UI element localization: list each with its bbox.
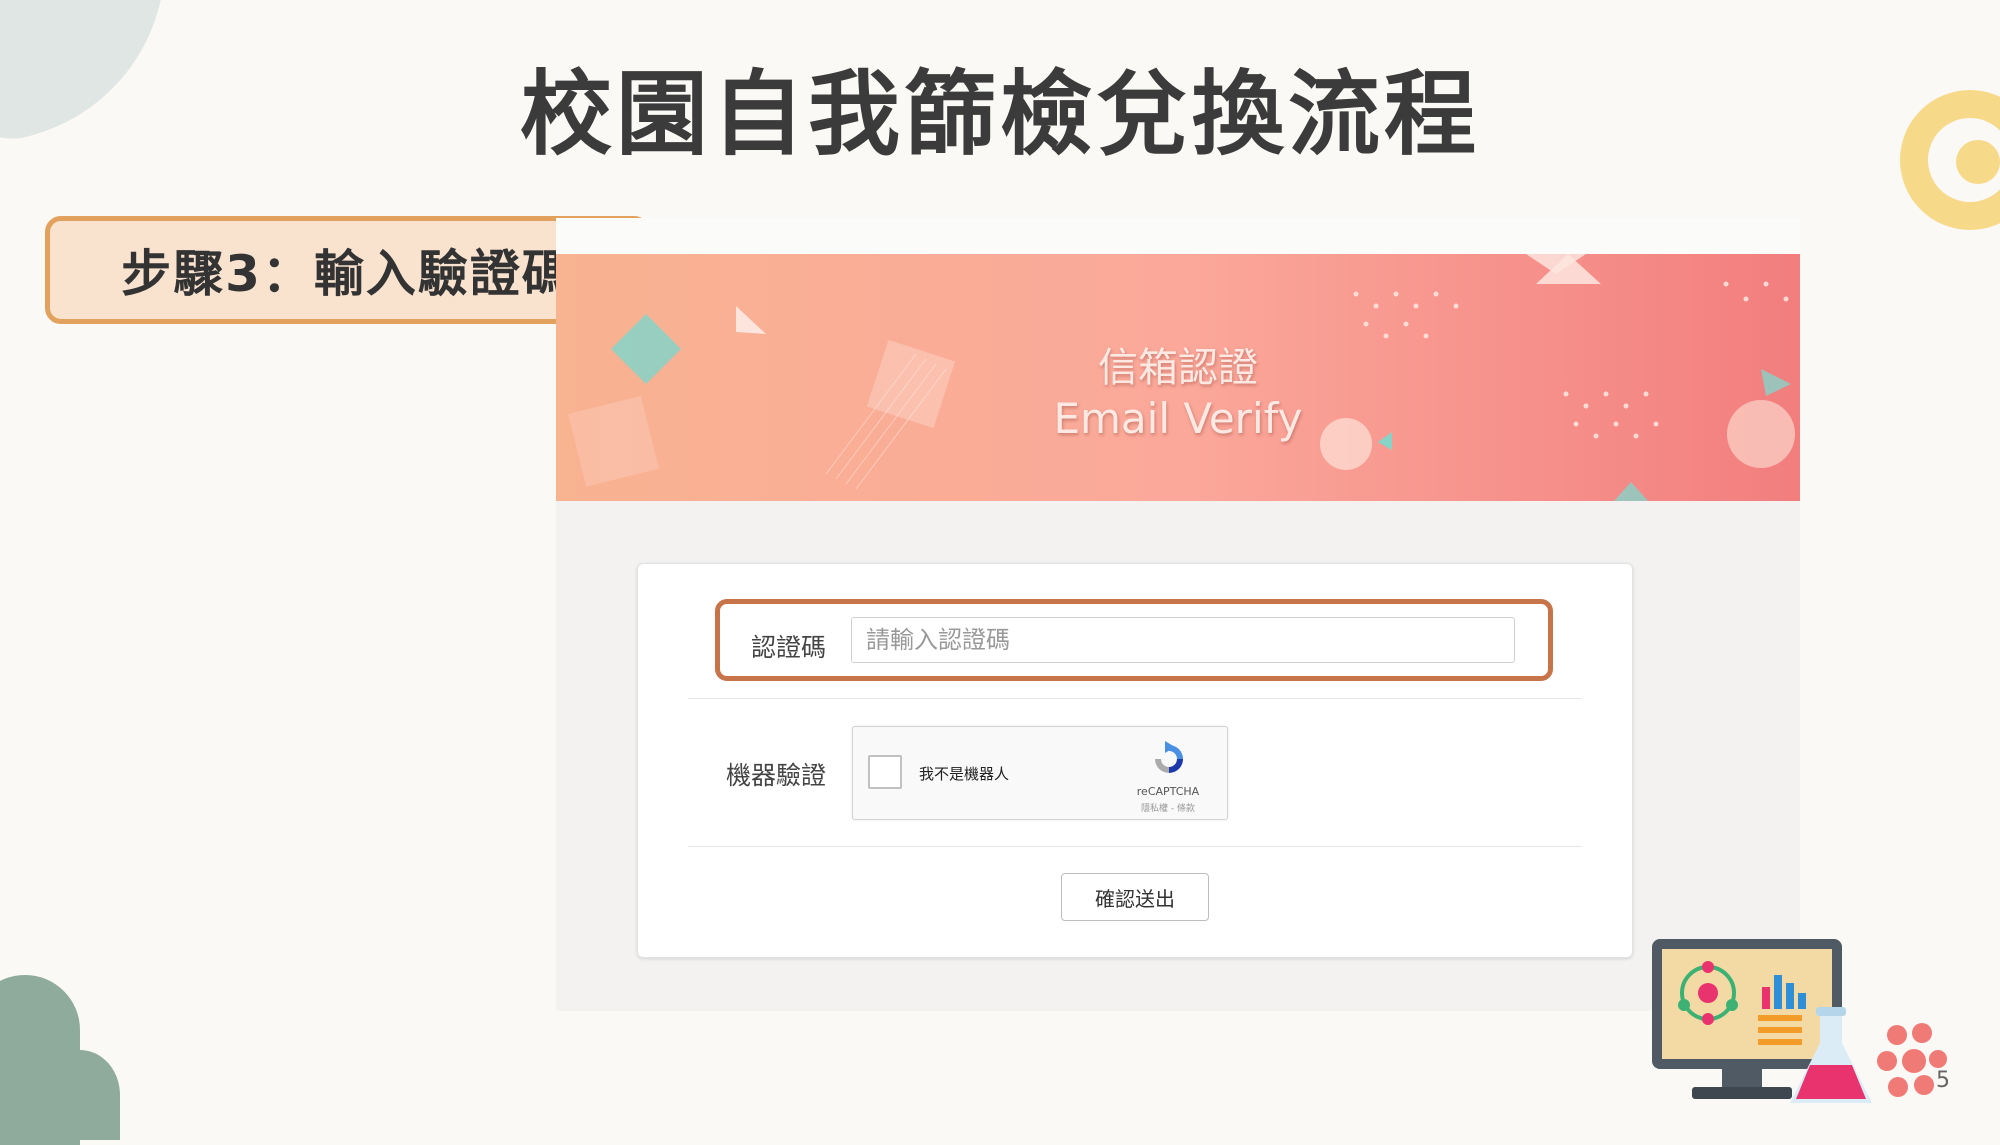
code-label: 認證碼 bbox=[750, 633, 826, 662]
banner-subtitle: Email Verify bbox=[1053, 394, 1303, 443]
banner-title: 信箱認證 bbox=[1098, 345, 1258, 391]
code-input[interactable] bbox=[851, 617, 1515, 663]
recaptcha-logo-icon bbox=[1155, 741, 1183, 773]
code-row: 認證碼 bbox=[638, 599, 1632, 681]
page-top-strip bbox=[556, 218, 1800, 254]
row-divider bbox=[688, 846, 1582, 847]
recaptcha-links[interactable]: 隱私權 - 條款 bbox=[1115, 801, 1221, 814]
science-computer-icon bbox=[1652, 939, 1947, 1103]
leaf-decoration-small bbox=[40, 1050, 120, 1140]
page-number: 5 bbox=[1936, 1068, 1950, 1093]
submit-button[interactable]: 確認送出 bbox=[1061, 873, 1209, 921]
recaptcha-widget: 我不是機器人 reCAPTCHA 隱私權 - 條款 bbox=[852, 726, 1228, 820]
robot-check-label: 機器驗證 bbox=[725, 761, 826, 790]
recaptcha-checkbox-label: 我不是機器人 bbox=[919, 765, 1010, 783]
row-divider bbox=[688, 698, 1582, 699]
recaptcha-checkbox[interactable] bbox=[868, 755, 902, 789]
slide-title: 校園自我篩檢兌換流程 bbox=[519, 61, 1480, 168]
embedded-web-page: 信箱認證 Email Verify 認證碼 機器驗證 我不是機器人 reCAPT… bbox=[556, 218, 1800, 1011]
email-verify-banner: 信箱認證 Email Verify bbox=[556, 254, 1800, 501]
recaptcha-brand: reCAPTCHA bbox=[1136, 785, 1200, 798]
verify-form-card: 認證碼 機器驗證 我不是機器人 reCAPTCHA 隱私權 - 條款 確認送出 bbox=[637, 563, 1633, 958]
